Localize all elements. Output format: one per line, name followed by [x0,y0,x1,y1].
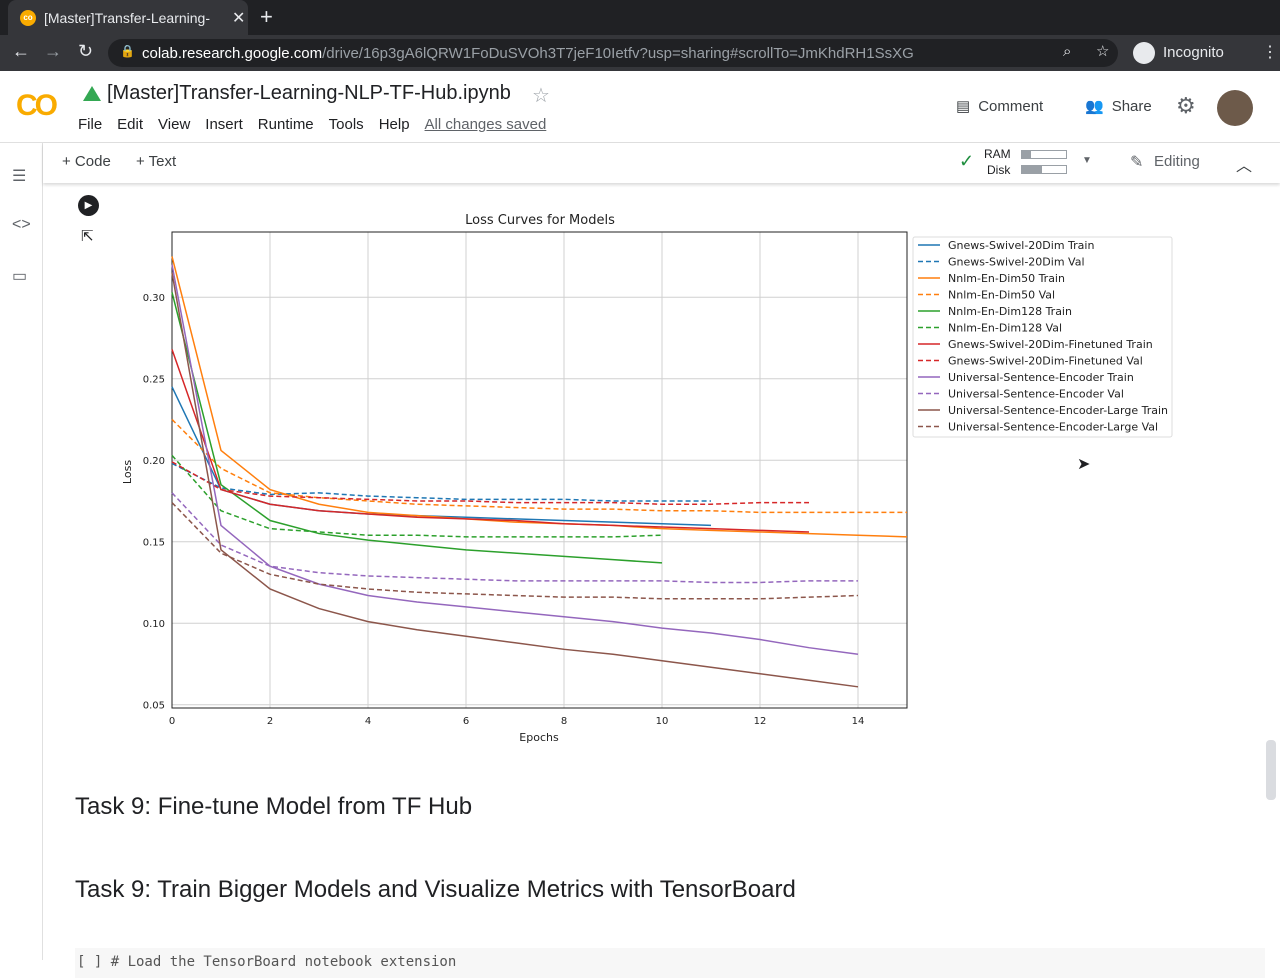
legend-entry: Universal-Sentence-Encoder Train [948,371,1134,384]
series-line-universal-sentence-encoder-large-train [171,272,859,688]
legend-entry: Gnews-Swivel-20Dim-Finetuned Train [948,338,1153,351]
x-tick-label: 4 [365,716,371,727]
y-tick-label: 0.15 [143,538,165,549]
legend-entry: Nnlm-En-Dim128 Val [948,322,1062,335]
code-cell-peek[interactable]: [ ] # Load the TensorBoard notebook exte… [75,948,1265,978]
legend-entry: Gnews-Swivel-20Dim Val [948,256,1085,269]
scrollbar-thumb[interactable] [1266,740,1276,800]
legend-entry: Nnlm-En-Dim128 Train [948,305,1072,318]
x-tick-label: 14 [852,716,865,727]
y-tick-label: 0.05 [143,701,165,712]
x-tick-label: 0 [169,716,175,727]
x-tick-label: 6 [463,716,469,727]
y-tick-label: 0.10 [143,619,165,630]
x-axis-label: Epochs [519,731,559,744]
x-tick-label: 12 [754,716,767,727]
series-line-universal-sentence-encoder-val [171,492,858,584]
x-tick-label: 10 [656,716,669,727]
legend-entry: Universal-Sentence-Encoder Val [948,388,1124,401]
series-line-gnews-swivel-20dim-finetuned-val [171,461,809,505]
legend-entry: Gnews-Swivel-20Dim-Finetuned Val [948,355,1143,368]
legend-entry: Gnews-Swivel-20Dim Train [948,239,1094,252]
x-tick-label: 2 [267,716,273,727]
legend-entry: Universal-Sentence-Encoder-Large Val [948,421,1158,434]
markdown-heading-task9-tensorboard[interactable]: Task 9: Train Bigger Models and Visualiz… [75,876,796,904]
y-tick-label: 0.30 [143,293,165,304]
series-line-gnews-swivel-20dim-train [171,386,712,527]
plot-frame [171,231,908,709]
y-axis-label: Loss [121,460,134,484]
markdown-heading-task9-finetune[interactable]: Task 9: Fine-tune Model from TF Hub [75,793,472,821]
y-tick-label: 0.20 [143,456,165,467]
legend-entry: Nnlm-En-Dim50 Val [948,289,1055,302]
y-tick-label: 0.25 [143,375,165,386]
series-line-gnews-swivel-20dim-finetuned-train [171,349,810,533]
mouse-cursor-icon: ➤ [1077,456,1091,473]
series-line-gnews-swivel-20dim-val [171,462,711,502]
chart-title: Loss Curves for Models [465,213,615,228]
series-line-universal-sentence-encoder-large-val [171,502,859,600]
loss-chart: Loss Curves for Models Epochs Loss 0 2 4 6 8… [121,213,1173,744]
series-line-nnlm-en-dim50-val [171,418,907,514]
legend-entry: Universal-Sentence-Encoder-Large Train [948,404,1168,417]
series-line-nnlm-en-dim128-train [171,292,663,564]
legend-entry: Nnlm-En-Dim50 Train [948,272,1065,285]
x-tick-label: 8 [561,716,567,727]
